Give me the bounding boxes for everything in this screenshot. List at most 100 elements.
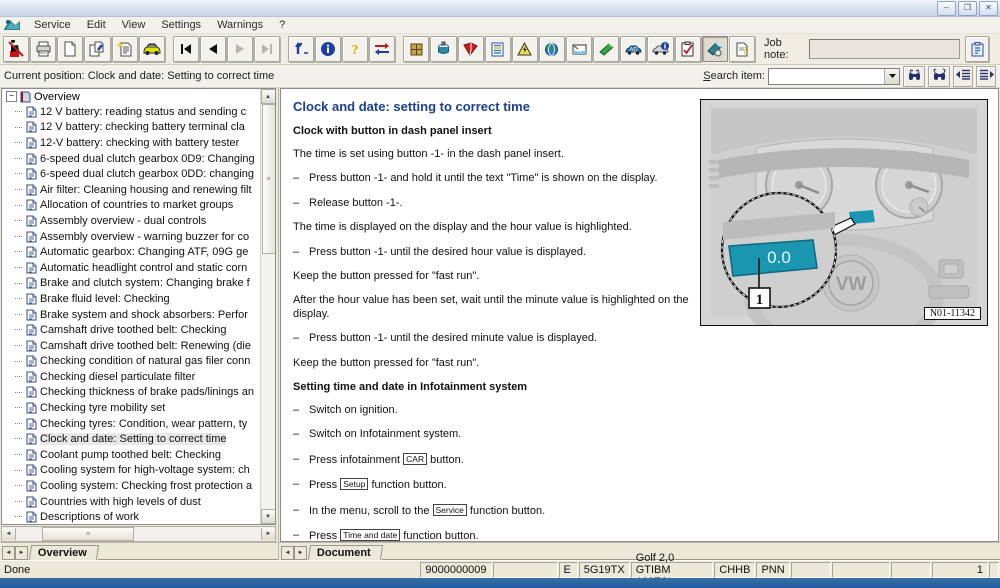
tree-item[interactable]: Camshaft drive toothed belt: Checking bbox=[2, 322, 260, 338]
tree-connector bbox=[15, 391, 22, 393]
search-next-button[interactable] bbox=[928, 65, 950, 87]
hscroll-thumb[interactable]: ≡ bbox=[42, 527, 134, 541]
tree-item[interactable]: Checking thickness of brake pads/linings… bbox=[2, 385, 260, 401]
job-note-button[interactable] bbox=[965, 36, 990, 62]
menu-view[interactable]: View bbox=[114, 17, 154, 33]
next-button[interactable] bbox=[226, 36, 254, 62]
help-button[interactable]: ? bbox=[342, 36, 369, 62]
scroll-down-icon[interactable]: ▼ bbox=[260, 509, 275, 524]
tree-item[interactable]: Cooling system: Checking frost protectio… bbox=[2, 478, 260, 494]
tree-horizontal-scrollbar[interactable]: ◄ ≡ ► bbox=[1, 526, 276, 542]
scroll-left-icon[interactable]: ◄ bbox=[2, 528, 16, 540]
tree-item[interactable]: Camshaft drive toothed belt: Renewing (d… bbox=[2, 338, 260, 354]
edit-document-button[interactable] bbox=[84, 36, 111, 62]
search-input-field[interactable] bbox=[769, 69, 884, 84]
measuring-button[interactable] bbox=[430, 36, 457, 62]
restore-button[interactable]: ❐ bbox=[958, 0, 977, 16]
tree-item[interactable]: Checking tyres: Condition, wear pattern,… bbox=[2, 416, 260, 432]
menu-service[interactable]: Service bbox=[26, 17, 79, 33]
close-button[interactable]: ✕ bbox=[979, 0, 998, 16]
tree-item[interactable]: Cooling system for high-voltage system: … bbox=[2, 463, 260, 479]
new-note-button[interactable] bbox=[111, 36, 138, 62]
tree-root-node[interactable]: − Overview bbox=[2, 89, 260, 104]
overview-tab-next[interactable]: ► bbox=[15, 546, 28, 560]
new-document-button[interactable] bbox=[57, 36, 84, 62]
overview-tab-prev[interactable]: ◄ bbox=[2, 546, 15, 560]
tree-item[interactable]: Brake system and shock absorbers: Perfor bbox=[2, 307, 260, 323]
chevron-down-icon[interactable] bbox=[884, 68, 899, 84]
tree-item[interactable]: 12 V battery: checking battery terminal … bbox=[2, 120, 260, 136]
chip-icon bbox=[408, 41, 425, 58]
vehicle-info-button[interactable] bbox=[647, 36, 674, 62]
scroll-thumb[interactable]: ≡ bbox=[261, 104, 275, 254]
collapse-toggle[interactable]: − bbox=[6, 91, 17, 102]
search-previous-button[interactable] bbox=[903, 65, 925, 87]
document-view[interactable]: Clock and date: setting to correct time … bbox=[280, 88, 999, 542]
repair-manual-button[interactable] bbox=[701, 36, 728, 62]
tree-item[interactable]: Automatic headlight control and static c… bbox=[2, 260, 260, 276]
warnings-button[interactable] bbox=[511, 36, 538, 62]
menu-settings[interactable]: Settings bbox=[153, 17, 209, 33]
tree-item[interactable]: Assembly overview - warning buzzer for c… bbox=[2, 229, 260, 245]
vehicle-data-button[interactable]: AD bbox=[620, 36, 647, 62]
help-doc-button[interactable]: ? bbox=[728, 36, 756, 62]
tree-item[interactable]: 12-V battery: checking with battery test… bbox=[2, 135, 260, 151]
search-input[interactable] bbox=[768, 67, 900, 85]
print-button[interactable] bbox=[30, 36, 57, 62]
tab-document[interactable]: Document bbox=[307, 545, 383, 560]
tree-item-label: 6-speed dual clutch gearbox 0DD: changin… bbox=[40, 168, 255, 181]
tree-item[interactable]: 6-speed dual clutch gearbox 0D9: Changin… bbox=[2, 151, 260, 167]
info-button[interactable] bbox=[315, 36, 342, 62]
tree-item[interactable]: Brake fluid level: Checking bbox=[2, 291, 260, 307]
scroll-track[interactable]: ≡ bbox=[261, 104, 275, 509]
tree-item[interactable]: Air filter: Cleaning housing and renewin… bbox=[2, 182, 260, 198]
tree-item[interactable]: Descriptions of work bbox=[2, 509, 260, 524]
binoculars-forward-icon bbox=[932, 68, 947, 85]
menu-help[interactable]: ? bbox=[271, 17, 293, 33]
document-icon bbox=[26, 277, 37, 289]
test-plan-button[interactable] bbox=[484, 36, 511, 62]
last-button[interactable] bbox=[254, 36, 281, 62]
outdent-button[interactable] bbox=[953, 65, 973, 87]
job-note-input[interactable] bbox=[809, 39, 961, 59]
stop-button[interactable] bbox=[3, 36, 30, 62]
document-tab-prev[interactable]: ◄ bbox=[281, 546, 294, 560]
tree-vertical-scrollbar[interactable]: ▲ ≡ ▼ bbox=[260, 89, 275, 524]
minimize-button[interactable]: – bbox=[937, 0, 956, 16]
checklist-button[interactable] bbox=[674, 36, 701, 62]
control-unit-button[interactable] bbox=[403, 36, 430, 62]
measuring-device-icon bbox=[435, 41, 452, 58]
scroll-right-icon[interactable]: ► bbox=[261, 528, 275, 540]
tree-item[interactable]: Assembly overview - dual controls bbox=[2, 213, 260, 229]
tree-item[interactable]: Checking condition of natural gas filer … bbox=[2, 354, 260, 370]
tree-item[interactable]: Automatic gearbox: Changing ATF, 09G ge bbox=[2, 244, 260, 260]
tree-item[interactable]: 6-speed dual clutch gearbox 0DD: changin… bbox=[2, 166, 260, 182]
tree-item[interactable]: Coolant pump toothed belt: Checking bbox=[2, 447, 260, 463]
previous-button[interactable] bbox=[199, 36, 226, 62]
vehicle-button[interactable] bbox=[138, 36, 165, 62]
tree-item[interactable]: Countries with high levels of dust bbox=[2, 494, 260, 510]
tab-overview[interactable]: Overview bbox=[28, 545, 99, 560]
document-icon bbox=[26, 324, 37, 336]
tree-item[interactable]: Brake and clutch system: Changing brake … bbox=[2, 276, 260, 292]
tab-document-label: Document bbox=[316, 547, 371, 559]
scroll-up-icon[interactable]: ▲ bbox=[260, 89, 275, 104]
up-level-button[interactable] bbox=[287, 36, 315, 62]
tree-item[interactable]: Checking diesel particulate filter bbox=[2, 369, 260, 385]
indent-button[interactable] bbox=[976, 65, 996, 87]
first-button[interactable] bbox=[172, 36, 199, 62]
literature-button[interactable] bbox=[457, 36, 484, 62]
tree-item[interactable]: Checking tyre mobility set bbox=[2, 400, 260, 416]
menu-warnings[interactable]: Warnings bbox=[209, 17, 271, 33]
wiring-button[interactable] bbox=[593, 36, 620, 62]
tree-item[interactable]: 12 V battery: reading status and sending… bbox=[2, 104, 260, 120]
document-tab-next[interactable]: ► bbox=[294, 546, 307, 560]
tree-item[interactable]: Clock and date: Setting to correct time bbox=[2, 431, 260, 447]
menu-edit[interactable]: Edit bbox=[79, 17, 114, 33]
display-button[interactable] bbox=[566, 36, 593, 62]
status-cell-country: E bbox=[558, 561, 578, 578]
overview-tree[interactable]: − Overview 12 V battery: reading status … bbox=[1, 88, 276, 525]
tree-item[interactable]: Allocation of countries to market groups bbox=[2, 198, 260, 214]
online-button[interactable] bbox=[538, 36, 566, 62]
swap-button[interactable] bbox=[369, 36, 396, 62]
